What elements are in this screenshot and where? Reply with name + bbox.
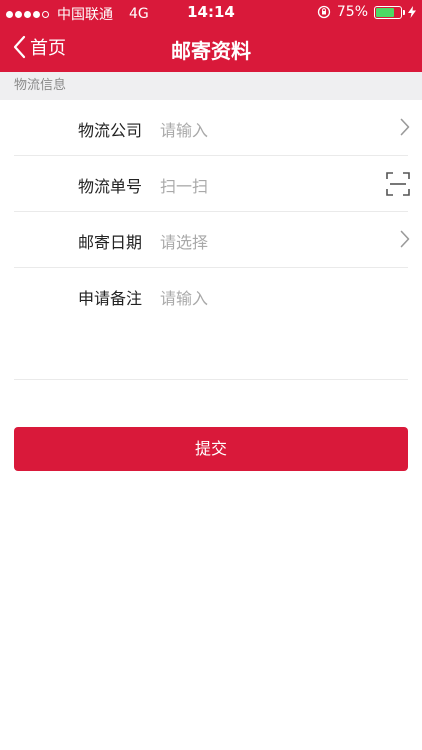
mail-date-picker[interactable]: 请选择 bbox=[160, 229, 208, 253]
tracking-number-row: 物流单号 扫一扫 bbox=[14, 156, 410, 212]
remark-label: 申请备注 bbox=[78, 289, 143, 308]
section-header-logistics: 物流信息 bbox=[0, 72, 422, 100]
logistics-company-label: 物流公司 bbox=[78, 121, 143, 140]
page-title: 邮寄资料 bbox=[171, 39, 251, 63]
app-header: 中国联通 4G 14:14 75% 首页 邮寄资料 bbox=[0, 0, 422, 72]
chevron-right-icon bbox=[400, 230, 410, 248]
remark-textarea[interactable]: 请输入 bbox=[160, 285, 208, 309]
battery-percent: 75% bbox=[336, 4, 368, 20]
status-bar: 中国联通 4G 14:14 75% bbox=[0, 0, 422, 24]
rotation-lock-icon bbox=[317, 5, 331, 19]
scan-icon[interactable] bbox=[386, 172, 410, 196]
tracking-number-input[interactable]: 扫一扫 bbox=[160, 173, 208, 197]
tracking-number-label: 物流单号 bbox=[78, 177, 143, 196]
chevron-right-icon bbox=[400, 118, 410, 136]
logistics-company-row[interactable]: 物流公司 请输入 bbox=[14, 100, 410, 156]
charging-bolt-icon bbox=[408, 6, 416, 18]
remark-row: 申请备注 请输入 bbox=[14, 268, 408, 380]
nav-bar: 首页 邮寄资料 bbox=[0, 24, 422, 72]
mail-date-row[interactable]: 邮寄日期 请选择 bbox=[14, 212, 410, 268]
logistics-company-input[interactable]: 请输入 bbox=[160, 117, 208, 141]
battery-icon bbox=[374, 5, 405, 19]
status-right: 75% bbox=[317, 4, 416, 20]
submit-button[interactable]: 提交 bbox=[14, 427, 408, 471]
mail-date-label: 邮寄日期 bbox=[78, 233, 143, 252]
battery-fill bbox=[376, 7, 394, 17]
logistics-form: 物流公司 请输入 物流单号 扫一扫 邮寄日期 请选择 申请备注 请输入 bbox=[0, 100, 422, 380]
